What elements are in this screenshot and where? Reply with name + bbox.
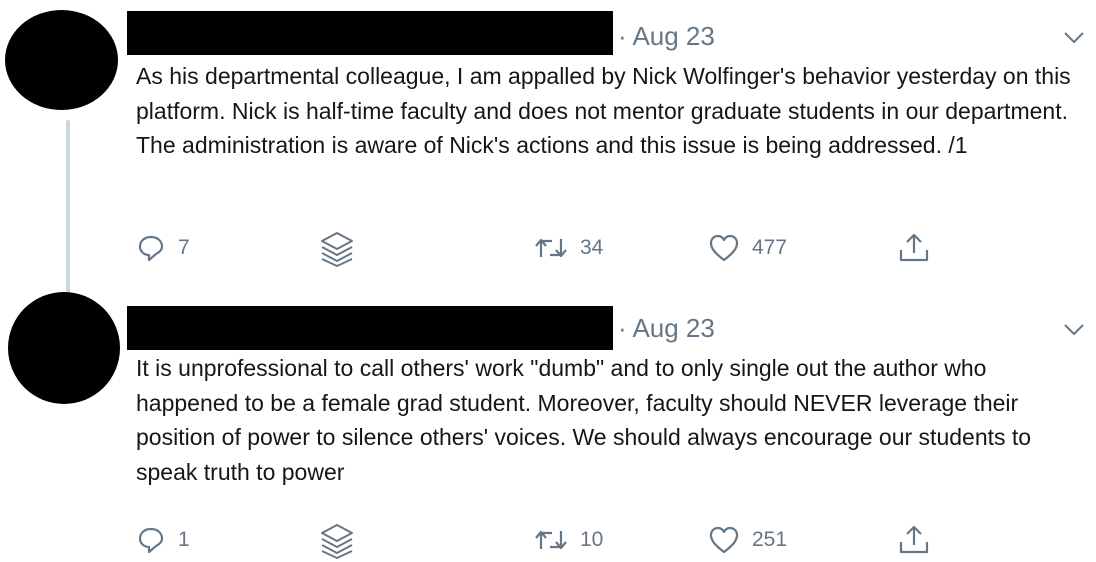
chevron-down-icon[interactable] bbox=[1063, 323, 1085, 337]
stack-icon bbox=[318, 520, 356, 560]
like-icon bbox=[708, 525, 740, 555]
share-icon bbox=[897, 523, 931, 557]
like-button[interactable]: 477 bbox=[708, 228, 787, 268]
avatar[interactable] bbox=[8, 292, 120, 404]
share-button[interactable] bbox=[897, 228, 931, 268]
reply-button[interactable]: 7 bbox=[136, 228, 190, 268]
author-name-redacted[interactable] bbox=[127, 306, 613, 350]
reply-icon bbox=[136, 525, 166, 555]
tweet: · Aug 23 It is unprofessional to call ot… bbox=[0, 290, 1096, 562]
like-button[interactable]: 251 bbox=[708, 520, 787, 560]
tweet-actions: 1 10 251 bbox=[0, 520, 1096, 560]
retweet-button[interactable]: 34 bbox=[534, 228, 603, 268]
tweet-date[interactable]: · Aug 23 bbox=[618, 21, 715, 52]
retweet-count: 34 bbox=[580, 236, 604, 259]
like-count: 251 bbox=[752, 528, 788, 551]
share-icon bbox=[897, 231, 931, 265]
reply-button[interactable]: 1 bbox=[136, 520, 190, 560]
chevron-down-icon[interactable] bbox=[1063, 31, 1085, 45]
like-count: 477 bbox=[752, 236, 788, 259]
author-name-redacted[interactable] bbox=[127, 11, 613, 55]
tweet-text: As his departmental colleague, I am appa… bbox=[136, 63, 1071, 158]
retweet-count: 10 bbox=[580, 528, 604, 551]
stack-icon bbox=[318, 228, 356, 268]
stack-button[interactable] bbox=[318, 520, 356, 560]
like-icon bbox=[708, 233, 740, 263]
reply-icon bbox=[136, 233, 166, 263]
tweet: · Aug 23 As his departmental colleague, … bbox=[0, 0, 1096, 290]
avatar[interactable] bbox=[5, 10, 118, 110]
share-button[interactable] bbox=[897, 520, 931, 560]
stack-button[interactable] bbox=[318, 228, 356, 268]
tweet-date[interactable]: · Aug 23 bbox=[618, 313, 715, 344]
tweet-actions: 7 34 477 bbox=[0, 228, 1096, 268]
retweet-icon bbox=[534, 527, 568, 553]
reply-count: 1 bbox=[178, 528, 190, 551]
retweet-icon bbox=[534, 235, 568, 261]
reply-count: 7 bbox=[178, 236, 190, 259]
tweet-text: It is unprofessional to call others' wor… bbox=[136, 355, 1032, 485]
retweet-button[interactable]: 10 bbox=[534, 520, 603, 560]
